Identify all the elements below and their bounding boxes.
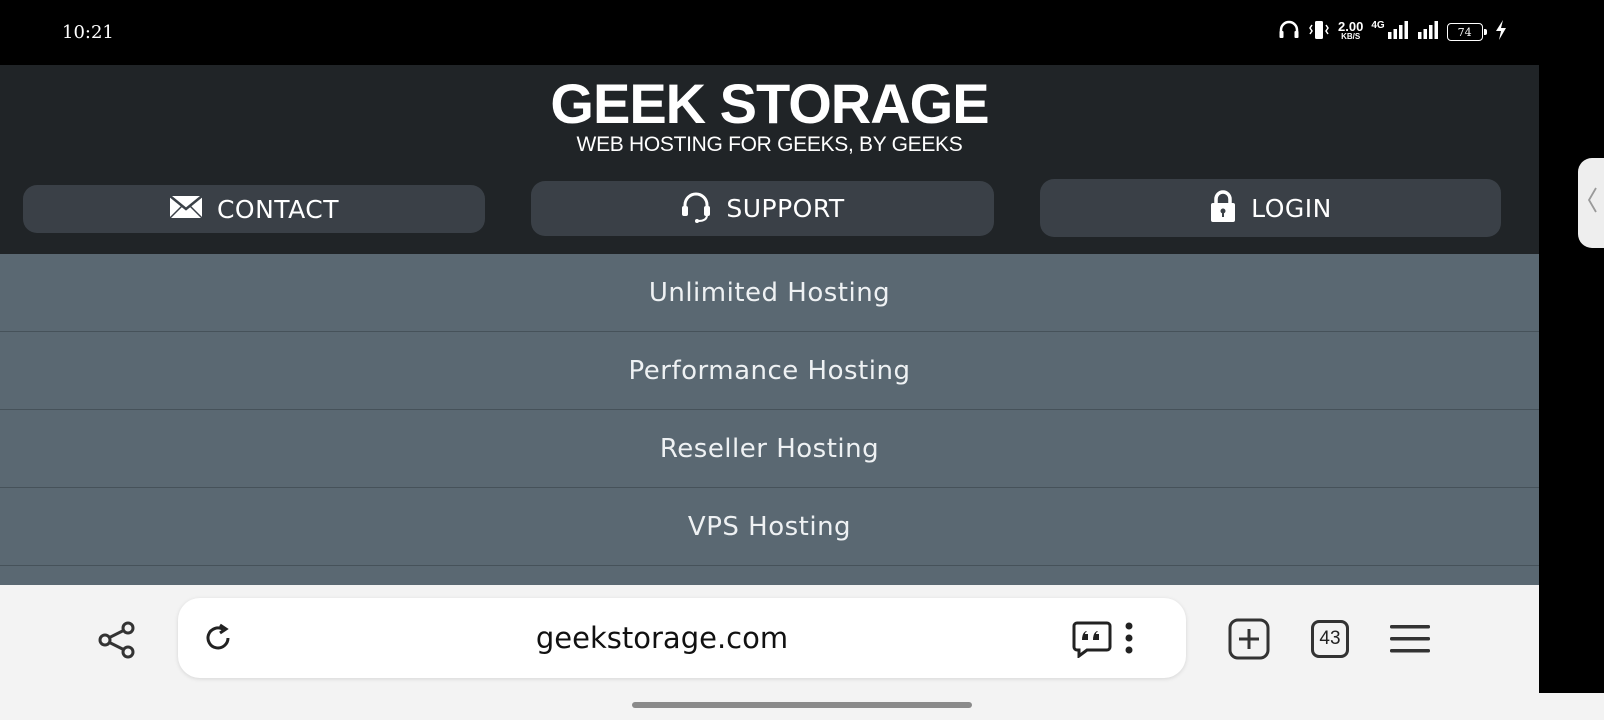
url-text[interactable]: geekstorage.com [178, 598, 1186, 678]
tab-count: 43 [1311, 620, 1349, 658]
charging-bolt-icon [1495, 20, 1507, 44]
headphones-icon [1278, 20, 1300, 44]
signal-bars-2-icon [1417, 21, 1439, 43]
contact-label: CONTACT [216, 194, 340, 224]
logo-tagline: WEB HOSTING FOR GEEKS, BY GEEKS [576, 133, 963, 156]
signal-bars-icon [1387, 21, 1409, 43]
share-icon[interactable] [94, 617, 140, 663]
support-label: SUPPORT [726, 194, 845, 223]
net-speed-indicator: 2.00 KB/S [1338, 19, 1364, 42]
menu-item-performance-hosting[interactable]: Performance Hosting [0, 332, 1539, 410]
browser-toolbar: geekstorage.com 43 [0, 585, 1539, 693]
site-header: GEEK STORAGE WEB HOSTING FOR GEEKS, BY G… [0, 65, 1539, 254]
network-type-label: 4G [1371, 20, 1385, 31]
vibrate-icon [1308, 19, 1330, 45]
login-button[interactable]: LOGIN [1040, 179, 1501, 237]
edge-panel-handle[interactable] [1578, 158, 1604, 248]
more-options-icon[interactable] [1114, 618, 1144, 658]
status-bar: 10:21 2.00 KB/S 4G 74 [0, 0, 1604, 65]
menu-item-reseller-hosting[interactable]: Reseller Hosting [0, 410, 1539, 488]
contact-button[interactable]: CONTACT [23, 185, 485, 233]
chevron-left-icon [1586, 186, 1598, 220]
login-label: LOGIN [1251, 193, 1332, 223]
envelope-icon [169, 195, 203, 223]
support-button[interactable]: SUPPORT [531, 181, 994, 236]
tab-switcher-button[interactable]: 43 [1308, 617, 1352, 661]
webpage-viewport: GEEK STORAGE WEB HOSTING FOR GEEKS, BY G… [0, 65, 1539, 585]
logo-title: GEEK STORAGE [550, 72, 989, 135]
net-speed-unit: KB/S [1341, 32, 1361, 41]
quote-icon[interactable] [1070, 618, 1114, 660]
hamburger-menu-icon[interactable] [1388, 617, 1432, 661]
system-icons: 2.00 KB/S 4G 74 [1278, 18, 1507, 46]
site-logo[interactable]: GEEK STORAGE WEB HOSTING FOR GEEKS, BY G… [0, 75, 1539, 157]
status-time: 10:21 [62, 22, 114, 43]
lock-icon [1209, 189, 1237, 227]
net-speed-value: 2.00 [1338, 19, 1364, 34]
new-tab-icon[interactable] [1227, 617, 1271, 661]
headset-icon [680, 191, 712, 227]
hosting-menu: Unlimited Hosting Performance Hosting Re… [0, 254, 1539, 566]
home-indicator[interactable] [632, 702, 972, 708]
address-bar[interactable]: geekstorage.com [178, 598, 1186, 678]
battery-indicator: 74 [1446, 23, 1487, 41]
menu-item-vps-hosting[interactable]: VPS Hosting [0, 488, 1539, 566]
menu-item-unlimited-hosting[interactable]: Unlimited Hosting [0, 254, 1539, 332]
